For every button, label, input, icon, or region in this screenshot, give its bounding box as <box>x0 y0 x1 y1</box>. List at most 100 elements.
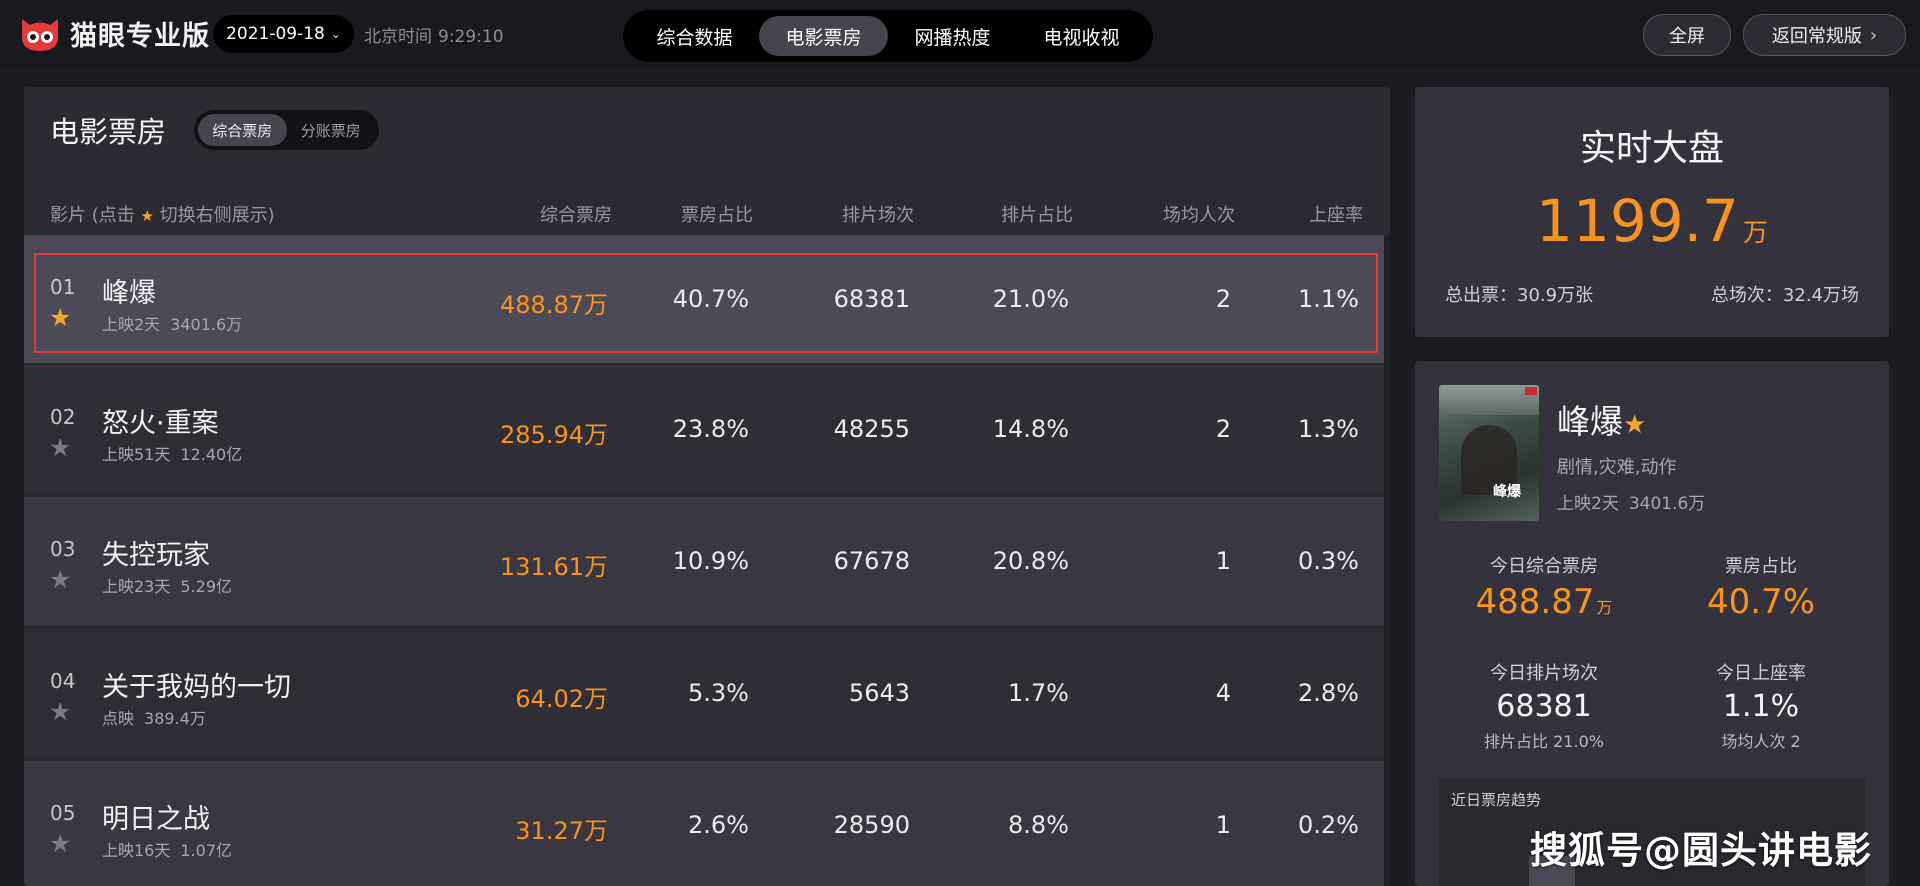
total-boxoffice: 389.4万 <box>144 709 206 728</box>
release-days: 上映51天 <box>102 445 171 464</box>
cell-box-share: 10.9% <box>672 547 749 575</box>
stat-today-boxoffice: 今日综合票房 488.87 万 <box>1439 552 1649 622</box>
stat-value: 40.7% <box>1706 582 1815 622</box>
realtime-unit: 万 <box>1742 218 1768 247</box>
boxoffice-panel: 电影票房 综合票房 分账票房 影片 (点击 ★ 切换右侧展示) 综合票房 票房占… <box>24 87 1390 886</box>
star-icon[interactable]: ★ <box>49 831 71 856</box>
chevron-right-icon: › <box>1869 24 1878 46</box>
release-days: 上映16天 <box>102 841 171 860</box>
cell-shows: 48255 <box>833 415 910 443</box>
star-icon: ★ <box>1623 410 1647 440</box>
col-film-suffix: 切换右侧展示) <box>159 205 275 226</box>
tab-web-heat[interactable]: 网播热度 <box>888 16 1017 56</box>
cell-occupancy: 1.3% <box>1298 415 1359 443</box>
scrollbar[interactable] <box>1384 235 1390 886</box>
release-days: 点映 <box>102 709 135 728</box>
movie-poster[interactable]: 峰爆 <box>1439 385 1539 521</box>
fullscreen-button[interactable]: 全屏 <box>1643 14 1731 56</box>
total-boxoffice: 5.29亿 <box>180 577 233 596</box>
cell-avg-people: 1 <box>1215 811 1231 839</box>
tab-tv-ratings[interactable]: 电视收视 <box>1017 16 1146 56</box>
row-rank: 05 <box>50 801 76 825</box>
stat-sub: 场均人次 2 <box>1721 732 1801 751</box>
table-row[interactable]: 05 ★ 明日之战 上映16天 1.07亿 31.27万 2.6% 28590 8… <box>24 761 1386 886</box>
cell-box: 64.02万 <box>515 685 608 713</box>
cell-avg-people: 4 <box>1215 679 1231 707</box>
stat-value: 68381 <box>1496 689 1592 724</box>
total-boxoffice: 1.07亿 <box>180 841 233 860</box>
selected-row-outline <box>34 253 1378 353</box>
star-icon[interactable]: ★ <box>49 567 71 592</box>
poster-title: 峰爆 <box>1493 484 1521 500</box>
cell-avg-people: 1 <box>1215 547 1231 575</box>
row-rank: 02 <box>50 405 76 429</box>
cell-box-share: 23.8% <box>672 415 749 443</box>
star-icon[interactable]: ★ <box>49 699 71 724</box>
row-rank: 04 <box>50 669 76 693</box>
cell-occupancy: 0.2% <box>1298 811 1359 839</box>
cell-show-share: 1.7% <box>1008 679 1069 707</box>
table-row[interactable]: 04 ★ 关于我妈的一切 点映 389.4万 64.02万 5.3% 5643 1… <box>24 629 1386 757</box>
film-release-info: 上映51天 12.40亿 <box>102 441 242 465</box>
col-film-prefix: 影片 (点击 <box>50 205 135 226</box>
back-to-normal-button[interactable]: 返回常规版 › <box>1743 14 1906 56</box>
brand-logo[interactable]: 猫眼专业版 <box>18 13 210 53</box>
cell-box: 131.61万 <box>500 553 608 581</box>
beijing-clock: 北京时间 9:29:10 <box>364 22 510 47</box>
clock-label: 北京时间 <box>364 27 432 47</box>
clock-time: 9:29:10 <box>438 27 504 47</box>
stat-label: 今日综合票房 <box>1490 556 1598 577</box>
boxoffice-type-toggle: 综合票房 分账票房 <box>194 110 379 150</box>
date-picker[interactable]: 2021-09-18 ⌄ <box>213 15 354 53</box>
cat-eye-logo-icon <box>22 19 58 51</box>
col-occupancy: 上座率 <box>1309 205 1363 226</box>
col-box: 综合票房 <box>540 205 612 226</box>
col-box-share: 票房占比 <box>681 205 753 226</box>
star-icon[interactable]: ★ <box>49 435 71 460</box>
tab-overview[interactable]: 综合数据 <box>630 16 759 56</box>
col-shows: 排片场次 <box>842 205 914 226</box>
stat-value: 1.1% <box>1722 689 1800 724</box>
total-tickets: 总出票：30.9万张 <box>1445 285 1594 306</box>
table-row[interactable]: 02 ★ 怒火·重案 上映51天 12.40亿 285.94万 23.8% 482… <box>24 365 1386 493</box>
watermark: 搜狐号@圆头讲电影 <box>1530 829 1872 872</box>
cell-show-share: 20.8% <box>992 547 1069 575</box>
stat-value: 488.87 万 <box>1439 582 1649 622</box>
stat-unit: 万 <box>1596 598 1613 617</box>
table-header: 影片 (点击 ★ 切换右侧展示) 综合票房 票房占比 排片场次 排片占比 场均人… <box>24 191 1390 235</box>
poster-badge <box>1525 387 1537 395</box>
panel-title: 电影票房 <box>50 115 167 149</box>
star-icon: ★ <box>140 207 154 225</box>
tab-movie-boxoffice[interactable]: 电影票房 <box>759 16 888 56</box>
cell-shows: 5643 <box>848 679 910 707</box>
cell-occupancy: 0.3% <box>1298 547 1359 575</box>
cell-shows: 28590 <box>833 811 910 839</box>
cell-box-share: 5.3% <box>688 679 749 707</box>
back-button-label: 返回常规版 <box>1771 26 1862 47</box>
stat-box-share: 票房占比 40.7% <box>1656 552 1866 622</box>
realtime-number: 1199.7 <box>1536 187 1739 255</box>
detail-film-name: 峰爆★ <box>1557 395 1646 443</box>
film-name: 关于我妈的一切 <box>102 672 291 703</box>
main-nav-tabs: 综合数据 电影票房 网播热度 电视收视 <box>623 10 1153 62</box>
cell-avg-people: 2 <box>1215 415 1231 443</box>
cell-show-share: 14.8% <box>992 415 1069 443</box>
table-row[interactable]: 03 ★ 失控玩家 上映23天 5.29亿 131.61万 10.9% 67678… <box>24 497 1386 625</box>
film-name: 失控玩家 <box>102 540 210 571</box>
cell-show-share: 8.8% <box>1008 811 1069 839</box>
movie-detail-card: 峰爆 峰爆★ 剧情,灾难,动作 上映2天 3401.6万 今日综合票房 488.8… <box>1415 361 1889 886</box>
toggle-split-boxoffice[interactable]: 分账票房 <box>287 114 376 146</box>
total-boxoffice: 12.40亿 <box>180 445 243 464</box>
row-rank: 03 <box>50 537 76 561</box>
stat-sub: 排片占比 21.0% <box>1484 732 1604 751</box>
detail-total: 3401.6万 <box>1628 494 1706 514</box>
col-show-share: 排片占比 <box>1001 205 1073 226</box>
brand-name: 猫眼专业版 <box>70 20 210 52</box>
film-release-info: 点映 389.4万 <box>102 705 206 729</box>
toggle-combined-boxoffice[interactable]: 综合票房 <box>198 114 287 146</box>
col-avg-people: 场均人次 <box>1163 205 1235 226</box>
stat-label: 今日排片场次 <box>1490 663 1598 684</box>
stat-label: 票房占比 <box>1725 556 1797 577</box>
cell-box-share: 2.6% <box>688 811 749 839</box>
detail-release-info: 上映2天 3401.6万 <box>1557 489 1705 514</box>
